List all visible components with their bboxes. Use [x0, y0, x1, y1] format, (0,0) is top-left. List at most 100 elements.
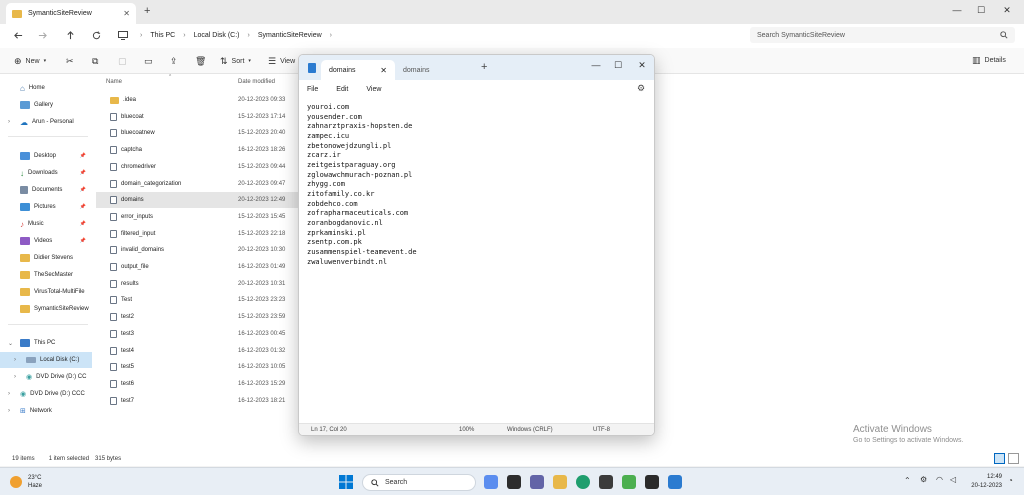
- up-button[interactable]: [62, 27, 78, 43]
- sort-button[interactable]: ⇅ Sort ▾: [220, 54, 251, 68]
- notepad-taskbar-icon[interactable]: [668, 475, 682, 489]
- close-tab-icon[interactable]: ✕: [380, 66, 387, 75]
- wifi-icon[interactable]: ◠: [936, 475, 943, 484]
- table-row[interactable]: filtered_input 15-12-2023 22:18: [96, 226, 298, 242]
- cut-button[interactable]: ✂: [66, 54, 74, 68]
- table-row[interactable]: test7 16-12-2023 18:21: [96, 393, 298, 409]
- speaker-icon[interactable]: ◁: [950, 475, 956, 484]
- tiles-view-toggle[interactable]: [1008, 453, 1019, 464]
- breadcrumb-local-disk[interactable]: Local Disk (C:): [194, 32, 240, 39]
- sidebar-item-documents[interactable]: Documents 📌: [0, 182, 92, 198]
- settings-icon[interactable]: ⚙: [637, 83, 645, 94]
- sidebar-item-local-disk[interactable]: › Local Disk (C:): [0, 352, 92, 368]
- table-row[interactable]: output_file 16-12-2023 01:49: [96, 259, 298, 275]
- sidebar-item-symanticsitereview[interactable]: SymanticSiteReview: [0, 301, 92, 317]
- sidebar-item-thesecmaster[interactable]: TheSecMaster: [0, 267, 92, 283]
- taskbar-search[interactable]: Search: [362, 474, 476, 491]
- task-view-icon[interactable]: [507, 475, 521, 489]
- table-row[interactable]: test4 16-12-2023 01:32: [96, 343, 298, 359]
- notification-bell-icon[interactable]: ◔: [1008, 476, 1013, 485]
- table-row[interactable]: error_inputs 15-12-2023 15:45: [96, 209, 298, 225]
- sidebar-item-onedrive[interactable]: › ☁ Arun - Personal: [0, 114, 92, 130]
- system-clock[interactable]: 12:49 20-12-2023: [966, 473, 1002, 491]
- copy-button[interactable]: ⧉: [92, 54, 98, 68]
- sidebar-item-dvd-drive-1[interactable]: › ◉ DVD Drive (D:) CC: [0, 369, 92, 385]
- sidebar-item-dvd-drive-2[interactable]: › ◉ DVD Drive (D:) CCC: [0, 386, 92, 402]
- edge-browser-icon[interactable]: [576, 475, 590, 489]
- close-tab-icon[interactable]: ✕: [123, 9, 130, 18]
- terminal-icon[interactable]: [645, 475, 659, 489]
- chevron-right-icon[interactable]: ›: [8, 391, 16, 397]
- sidebar-item-virustotal[interactable]: VirusTotal-MultiFile: [0, 284, 92, 300]
- forward-button[interactable]: [34, 27, 50, 43]
- new-button[interactable]: ⊕ New ▾: [14, 54, 46, 68]
- chevron-right-icon[interactable]: ›: [14, 374, 22, 380]
- sidebar-item-music[interactable]: ♪ Music 📌: [0, 216, 92, 232]
- breadcrumb-this-pc[interactable]: This PC: [150, 32, 175, 39]
- close-window-button[interactable]: ✕: [990, 2, 1024, 18]
- table-row[interactable]: captcha 16-12-2023 18:26: [96, 142, 298, 158]
- close-window-button[interactable]: ✕: [631, 58, 653, 72]
- language-icon[interactable]: ⚙: [920, 475, 927, 484]
- chevron-right-icon[interactable]: ›: [8, 119, 16, 125]
- table-row[interactable]: test3 16-12-2023 00:45: [96, 326, 298, 342]
- table-row[interactable]: test2 15-12-2023 23:59: [96, 309, 298, 325]
- new-tab-button[interactable]: +: [144, 5, 150, 17]
- table-row[interactable]: Test 15-12-2023 23:23: [96, 292, 298, 308]
- table-row[interactable]: results 20-12-2023 10:31: [96, 276, 298, 292]
- start-button[interactable]: [339, 475, 353, 489]
- table-row[interactable]: test5 16-12-2023 10:05: [96, 359, 298, 375]
- breadcrumb-folder[interactable]: SymanticSiteReview: [258, 32, 322, 39]
- file-explorer-taskbar-icon[interactable]: [553, 475, 567, 489]
- sidebar-item-didier-stevens[interactable]: Didier Stevens: [0, 250, 92, 266]
- table-row[interactable]: invalid_domains 20-12-2023 10:30: [96, 242, 298, 258]
- share-button[interactable]: ⇪: [170, 54, 178, 68]
- zoom-level[interactable]: 100%: [459, 427, 474, 433]
- teams-chat-icon[interactable]: [530, 475, 544, 489]
- sidebar-item-network[interactable]: › ⊞ Network: [0, 403, 92, 419]
- view-button[interactable]: ☰ View: [268, 54, 295, 68]
- app-icon[interactable]: [622, 475, 636, 489]
- column-header-name[interactable]: Name: [106, 79, 122, 85]
- sidebar-item-downloads[interactable]: ↓ Downloads 📌: [0, 165, 92, 181]
- sidebar-item-videos[interactable]: Videos 📌: [0, 233, 92, 249]
- sidebar-item-this-pc[interactable]: ⌄ This PC: [0, 335, 92, 351]
- table-row[interactable]: domains 20-12-2023 12:49: [96, 192, 298, 209]
- menu-file[interactable]: File: [307, 86, 318, 93]
- search-input[interactable]: Search SymanticSiteReview: [750, 27, 1015, 43]
- sidebar-item-home[interactable]: ⌂ Home: [0, 80, 92, 96]
- menu-view[interactable]: View: [366, 86, 381, 93]
- copilot-icon[interactable]: [484, 475, 498, 489]
- weather-widget[interactable]: 23°C Haze: [10, 474, 42, 490]
- sidebar-item-pictures[interactable]: Pictures 📌: [0, 199, 92, 215]
- table-row[interactable]: bluecoat 15-12-2023 17:14: [96, 109, 298, 125]
- delete-button[interactable]: 🗑: [195, 54, 206, 68]
- maximize-button[interactable]: ☐: [607, 58, 629, 72]
- sidebar-item-gallery[interactable]: Gallery: [0, 97, 92, 113]
- this-pc-button[interactable]: [115, 27, 131, 43]
- line-ending[interactable]: Windows (CRLF): [507, 427, 553, 433]
- explorer-tab[interactable]: SymanticSiteReview ✕: [6, 3, 136, 24]
- encoding[interactable]: UTF-8: [593, 427, 610, 433]
- details-view-toggle[interactable]: [994, 453, 1005, 464]
- table-row[interactable]: domain_categorization 20-12-2023 09:47: [96, 176, 298, 192]
- back-button[interactable]: [10, 27, 26, 43]
- minimize-button[interactable]: —: [585, 58, 607, 72]
- table-row[interactable]: .idea 20-12-2023 09:33: [96, 92, 298, 108]
- details-button[interactable]: ▥ Details: [972, 55, 1006, 66]
- chevron-up-icon[interactable]: ⌃: [904, 476, 911, 485]
- rename-button[interactable]: ▭: [144, 54, 153, 68]
- menu-edit[interactable]: Edit: [336, 86, 348, 93]
- chevron-right-icon[interactable]: ›: [14, 357, 22, 363]
- table-row[interactable]: bluecoatnew 15-12-2023 20:40: [96, 125, 298, 141]
- notepad-tab-active[interactable]: domains ✕: [321, 60, 395, 80]
- paste-button[interactable]: ▢: [118, 54, 127, 68]
- column-header-date[interactable]: Date modified: [238, 79, 275, 85]
- chevron-right-icon[interactable]: ›: [8, 408, 16, 414]
- sidebar-item-desktop[interactable]: Desktop 📌: [0, 148, 92, 164]
- notepad-tab-2[interactable]: domains: [395, 60, 469, 80]
- table-row[interactable]: chromedriver 15-12-2023 09:44: [96, 159, 298, 175]
- store-icon[interactable]: [599, 475, 613, 489]
- new-tab-button[interactable]: +: [481, 61, 487, 73]
- refresh-button[interactable]: [88, 27, 104, 43]
